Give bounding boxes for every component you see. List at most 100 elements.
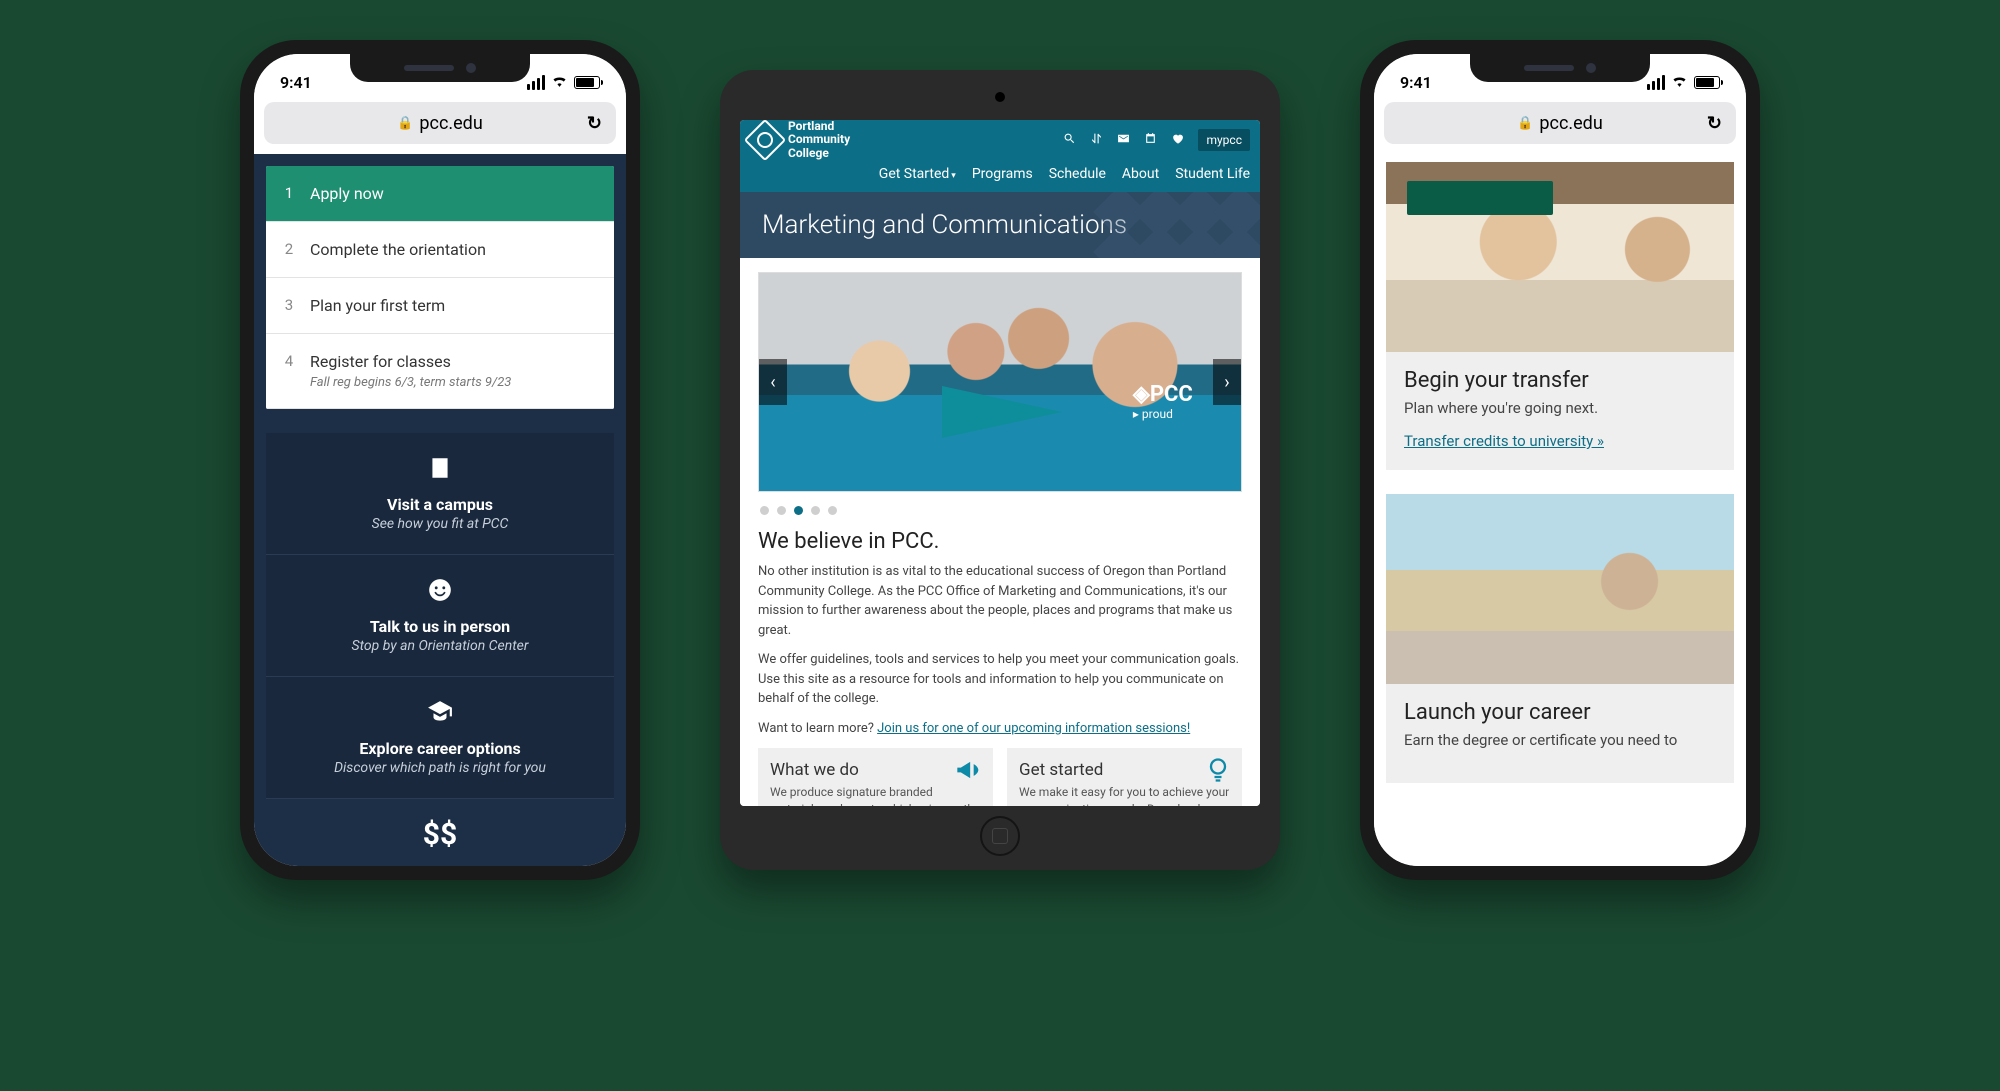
tile-sub: Discover which path is right for you [282, 760, 598, 776]
phone-left: 9:41 🔒 pcc.edu ↻ 1 Apply now 2 [240, 40, 640, 880]
hero-carousel: ◈PCC ▸ proud ‹ › [758, 272, 1242, 492]
card-body: We make it easy for you to achieve your … [1019, 784, 1230, 806]
smile-icon [282, 577, 598, 609]
card-begin-transfer[interactable]: Begin your transfer Plan where you're go… [1386, 162, 1734, 470]
battery-icon [1694, 76, 1720, 89]
step-label: Complete the orientation [310, 240, 486, 259]
step-plan-first-term[interactable]: 3 Plan your first term [266, 278, 614, 334]
tile-visit-campus[interactable]: Visit a campus See how you fit at PCC [266, 433, 614, 555]
lightbulb-icon [1204, 756, 1232, 791]
card-what-we-do[interactable]: What we do We produce signature branded … [758, 748, 993, 806]
card-title: What we do [770, 760, 981, 780]
step-number: 3 [282, 296, 296, 314]
phone-notch [1470, 54, 1650, 82]
pennant-graphic [942, 386, 1062, 438]
url-bar[interactable]: 🔒 pcc.edu ↻ [1384, 102, 1736, 144]
carousel-dot[interactable] [811, 506, 820, 515]
tshirt-graphic: ◈PCC ▸ proud [1133, 382, 1193, 421]
nav-about[interactable]: About [1122, 166, 1159, 182]
step-number: 2 [282, 240, 296, 258]
site-header: Portland Community College [740, 120, 1260, 192]
tile-explore-career[interactable]: Explore career options Discover which pa… [266, 677, 614, 799]
mypcc-button[interactable]: mypcc [1198, 129, 1250, 151]
tile-talk-to-us[interactable]: Talk to us in person Stop by an Orientat… [266, 555, 614, 677]
tile-sub: See how you fit at PCC [282, 516, 598, 532]
url-bar[interactable]: 🔒 pcc.edu ↻ [264, 102, 616, 144]
signal-icon [1647, 75, 1665, 90]
step-label: Plan your first term [310, 296, 445, 315]
page-title: Marketing and Communications [762, 210, 1127, 240]
carousel-dot[interactable] [828, 506, 837, 515]
card-sub: Plan where you're going next. [1404, 399, 1716, 417]
tiles-list: Visit a campus See how you fit at PCC Ta… [266, 433, 614, 799]
url-text: pcc.edu [1539, 113, 1602, 134]
page-content-tablet: ◈PCC ▸ proud ‹ › We believe in PCC. No o… [740, 258, 1260, 806]
sort-icon[interactable] [1090, 132, 1103, 149]
url-text: pcc.edu [419, 113, 482, 134]
carousel-dot-active[interactable] [794, 506, 803, 515]
steps-list: 1 Apply now 2 Complete the orientation 3… [266, 166, 614, 409]
tablet-camera [995, 92, 1005, 102]
card-image [1386, 162, 1734, 352]
nav-student-life[interactable]: Student Life [1175, 166, 1250, 182]
brand-logo[interactable]: Portland Community College [750, 120, 850, 160]
lock-icon: 🔒 [397, 116, 413, 131]
grad-cap-icon [282, 699, 598, 731]
chevron-down-icon: ▾ [951, 171, 956, 181]
search-icon[interactable] [1063, 132, 1076, 149]
nav-get-started[interactable]: Get Started▾ [879, 166, 956, 182]
nav-programs[interactable]: Programs [972, 166, 1033, 182]
wifi-icon [1671, 73, 1688, 91]
body-paragraph: We offer guidelines, tools and services … [758, 650, 1242, 709]
card-image [1386, 494, 1734, 684]
card-title: Get started [1019, 760, 1230, 780]
step-sublabel: Fall reg begins 6/3, term starts 9/23 [310, 375, 511, 390]
step-complete-orientation[interactable]: 2 Complete the orientation [266, 222, 614, 278]
page-content-right: Begin your transfer Plan where you're go… [1374, 154, 1746, 866]
step-apply-now[interactable]: 1 Apply now [266, 166, 614, 222]
wifi-icon [551, 73, 568, 91]
brand-line: Community [788, 133, 850, 146]
step-label: Apply now [310, 184, 384, 203]
step-register-classes[interactable]: 4 Register for classes Fall reg begins 6… [266, 334, 614, 409]
card-body: We produce signature branded materials a… [770, 784, 981, 806]
carousel-dot[interactable] [777, 506, 786, 515]
tablet: Portland Community College [720, 70, 1280, 870]
card-title: Begin your transfer [1404, 368, 1716, 393]
signal-icon [527, 75, 545, 90]
card-get-started[interactable]: Get started We make it easy for you to a… [1007, 748, 1242, 806]
info-sessions-link[interactable]: Join us for one of our upcoming informat… [877, 721, 1190, 736]
carousel-prev-button[interactable]: ‹ [759, 359, 787, 405]
money-tile[interactable]: $$ [254, 799, 626, 852]
step-label: Register for classes [310, 352, 511, 371]
step-number: 4 [282, 352, 296, 370]
card-launch-career[interactable]: Launch your career Earn the degree or ce… [1386, 494, 1734, 783]
mail-icon[interactable] [1117, 132, 1130, 149]
carousel-image: ◈PCC ▸ proud [759, 273, 1241, 491]
page-content-left: 1 Apply now 2 Complete the orientation 3… [254, 154, 626, 866]
body-paragraph: Want to learn more? Join us for one of o… [758, 719, 1242, 739]
calendar-icon[interactable] [1144, 132, 1157, 149]
tile-title: Talk to us in person [282, 617, 598, 636]
building-icon [282, 455, 598, 487]
logo-icon [744, 120, 786, 161]
page-title-band: Marketing and Communications [740, 192, 1260, 258]
nav-schedule[interactable]: Schedule [1049, 166, 1106, 182]
carousel-next-button[interactable]: › [1213, 359, 1241, 405]
money-icon: $$ [423, 817, 457, 852]
refresh-icon[interactable]: ↻ [1707, 113, 1722, 134]
step-number: 1 [282, 184, 296, 202]
heart-icon[interactable] [1171, 132, 1184, 149]
carousel-dot[interactable] [760, 506, 769, 515]
section-heading: We believe in PCC. [758, 529, 1242, 554]
tile-title: Visit a campus [282, 495, 598, 514]
battery-icon [574, 76, 600, 89]
card-sub: Earn the degree or certificate you need … [1404, 731, 1716, 749]
transfer-credits-link[interactable]: Transfer credits to university » [1404, 432, 1604, 450]
megaphone-icon [955, 756, 983, 791]
card-title: Launch your career [1404, 700, 1716, 725]
tablet-home-button[interactable] [980, 816, 1020, 856]
refresh-icon[interactable]: ↻ [587, 113, 602, 134]
primary-nav: Get Started▾ Programs Schedule About Stu… [740, 160, 1260, 192]
lock-icon: 🔒 [1517, 116, 1533, 131]
